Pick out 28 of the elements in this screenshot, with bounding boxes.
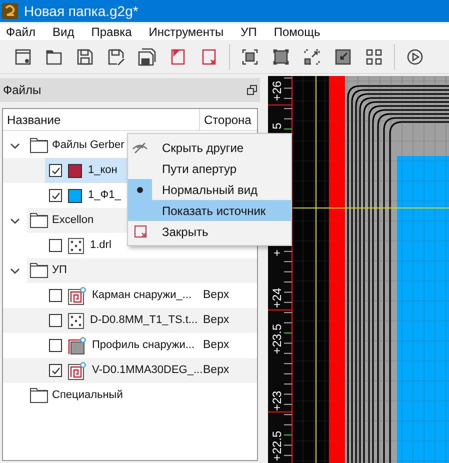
ruler-label: +23 <box>270 390 284 412</box>
file-label: 1_кон <box>88 163 118 178</box>
ruler-label: + <box>270 250 284 256</box>
file-label: 1.drl <box>90 238 112 254</box>
ruler-label: +22.5 <box>270 430 284 462</box>
menu-item-label: Нормальный вид <box>161 182 258 198</box>
file-label: Профиль снаружи... <box>92 338 195 354</box>
file-label: 1_Ф1_ <box>88 188 121 204</box>
file-label: V-D0.1MMA30DEG_... <box>92 363 203 378</box>
side-label: Верх <box>203 312 230 328</box>
menu-item-label: Показать источник <box>161 202 266 220</box>
side-label: Верх <box>203 338 230 353</box>
panel-title: Файлы <box>3 82 42 99</box>
ruler-label: +26 <box>270 80 284 102</box>
file-label: D-D0.8MM_T1_TS.t... <box>90 313 198 328</box>
folder-label: УП <box>52 263 67 278</box>
ruler-label: +24 <box>270 288 284 308</box>
side-label: Верх <box>203 288 230 303</box>
folder-label: Специальный <box>52 388 123 404</box>
folder-label: Excellon <box>52 213 94 228</box>
window-title: Новая папка.g2g* <box>24 2 138 21</box>
menu-item-label: Скрыть другие <box>161 140 244 156</box>
ruler-label: +23.5 <box>270 324 284 354</box>
menu-item-label: Закрыть <box>161 224 208 240</box>
folder-label: Файлы Gerber <box>52 138 124 154</box>
ruler-label: 5 <box>270 122 284 130</box>
side-label: Верх <box>203 362 230 378</box>
file-label: Карман снаружи_... <box>92 288 192 304</box>
